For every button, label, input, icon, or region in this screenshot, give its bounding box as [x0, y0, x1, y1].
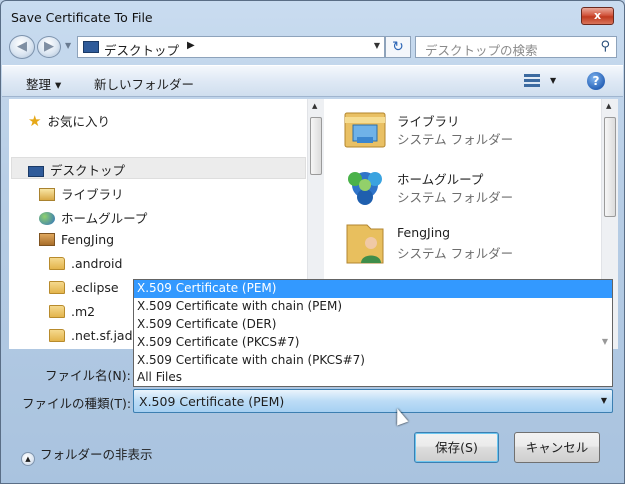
navigation-bar: ◀ ▶ ▼ デスクトップ ▶ ▼ ↻ デスクトップの検索 ⚲ — [1, 33, 624, 61]
homegroup-icon — [39, 212, 55, 225]
address-dropdown-icon[interactable]: ▼ — [374, 41, 380, 50]
content-item-name: ホームグループ — [397, 172, 484, 187]
content-item[interactable]: FengJing システム フォルダー — [341, 221, 581, 277]
recent-pages-icon[interactable]: ▼ — [65, 41, 71, 50]
tree-item-user[interactable]: FengJing — [39, 232, 114, 247]
filetype-dropdown-list: X.509 Certificate (PEM) X.509 Certificat… — [133, 279, 613, 387]
view-options-icon[interactable] — [524, 74, 540, 88]
scroll-up-icon[interactable]: ▲ — [606, 102, 611, 110]
tree-item-desktop[interactable]: デスクトップ — [28, 160, 125, 179]
window-title: Save Certificate To File — [11, 10, 153, 25]
tree-item-label: .android — [71, 256, 123, 271]
tree-item-label: .eclipse — [71, 280, 119, 295]
homegroup-icon — [348, 172, 382, 205]
content-item-name: FengJing — [397, 225, 451, 240]
back-button[interactable]: ◀ — [9, 35, 35, 59]
filetype-option[interactable]: All Files — [134, 369, 612, 387]
star-icon: ★ — [28, 112, 42, 130]
content-item-type: システム フォルダー — [397, 132, 514, 147]
folder-icon — [49, 281, 65, 294]
content-item-type: システム フォルダー — [397, 190, 514, 205]
tree-item-homegroup[interactable]: ホームグループ — [39, 208, 147, 227]
view-dropdown-icon[interactable]: ▼ — [550, 76, 556, 85]
tree-item-libraries[interactable]: ライブラリ — [39, 184, 124, 203]
desktop-icon — [83, 41, 99, 53]
title-bar: Save Certificate To File x — [1, 1, 624, 31]
close-button[interactable]: x — [581, 7, 614, 25]
cancel-button[interactable]: キャンセル — [514, 432, 600, 463]
content-item-name: ライブラリ — [397, 114, 460, 129]
content-item-type: システム フォルダー — [397, 246, 514, 261]
new-folder-button[interactable]: 新しいフォルダー — [94, 74, 194, 93]
address-text[interactable]: デスクトップ — [104, 40, 179, 59]
save-dialog: Save Certificate To File x ◀ ▶ ▼ デスクトップ … — [0, 0, 625, 484]
filetype-option[interactable]: X.509 Certificate (PEM) — [134, 280, 612, 298]
tree-item-label: FengJing — [61, 232, 115, 247]
hide-folders-label: フォルダーの非表示 — [40, 447, 153, 462]
tree-item-folder[interactable]: .eclipse — [49, 280, 119, 295]
user-folder-icon — [39, 233, 55, 246]
scroll-up-icon[interactable]: ▲ — [312, 102, 317, 110]
scrollbar-thumb[interactable] — [604, 117, 616, 217]
tree-item-label: お気に入り — [47, 114, 110, 129]
library-icon — [344, 112, 386, 148]
refresh-button[interactable]: ↻ — [385, 36, 411, 58]
tree-item-label: .m2 — [71, 304, 96, 319]
tree-item-favorites[interactable]: ★ お気に入り — [28, 111, 110, 130]
filetype-option[interactable]: X.509 Certificate (DER) — [134, 316, 612, 334]
tree-item-folder[interactable]: .m2 — [49, 304, 95, 319]
folder-icon — [49, 329, 65, 342]
save-button[interactable]: 保存(S) — [414, 432, 499, 463]
breadcrumb-arrow-icon[interactable]: ▶ — [187, 40, 195, 51]
help-icon[interactable]: ? — [587, 72, 605, 90]
address-bar[interactable]: デスクトップ ▶ ▼ — [77, 36, 385, 58]
tree-item-folder[interactable]: .net.sf.jadc — [49, 328, 139, 343]
filetype-option[interactable]: X.509 Certificate (PKCS#7) — [134, 334, 612, 352]
user-folder-icon — [346, 224, 384, 264]
list-edge-icon: ▼ — [601, 337, 608, 346]
filetype-selected-value: X.509 Certificate (PEM) — [139, 394, 285, 409]
search-placeholder: デスクトップの検索 — [425, 43, 538, 58]
search-icon[interactable]: ⚲ — [600, 39, 610, 54]
folder-icon — [49, 257, 65, 270]
filetype-option[interactable]: X.509 Certificate with chain (PEM) — [134, 298, 612, 316]
tree-item-folder[interactable]: .android — [49, 256, 122, 271]
filetype-label: ファイルの種類(T): — [22, 396, 132, 411]
hide-folders-toggle[interactable]: ▲ フォルダーの非表示 — [21, 444, 153, 466]
forward-button[interactable]: ▶ — [37, 36, 61, 58]
content-item[interactable]: ライブラリ システム フォルダー — [341, 107, 581, 163]
filename-label: ファイル名(N): — [45, 368, 131, 383]
tree-item-label: .net.sf.jadc — [71, 328, 140, 343]
content-item[interactable]: ホームグループ システム フォルダー — [341, 165, 581, 221]
search-input[interactable]: デスクトップの検索 ⚲ — [415, 36, 617, 58]
tree-item-label: ホームグループ — [61, 211, 148, 226]
tree-item-label: デスクトップ — [50, 163, 126, 178]
collapse-icon: ▲ — [21, 452, 35, 466]
command-toolbar: 整理 ▾ 新しいフォルダー ▼ ? — [2, 65, 623, 97]
folder-icon — [49, 305, 65, 318]
scrollbar-thumb[interactable] — [310, 117, 322, 175]
chevron-down-icon[interactable]: ▼ — [601, 396, 607, 405]
filetype-select[interactable]: X.509 Certificate (PEM) ▼ — [133, 389, 613, 413]
library-icon — [39, 188, 55, 201]
filetype-option[interactable]: X.509 Certificate with chain (PKCS#7) — [134, 352, 612, 370]
desktop-icon — [28, 166, 44, 177]
organize-button[interactable]: 整理 ▾ — [26, 74, 61, 93]
tree-item-label: ライブラリ — [61, 187, 124, 202]
